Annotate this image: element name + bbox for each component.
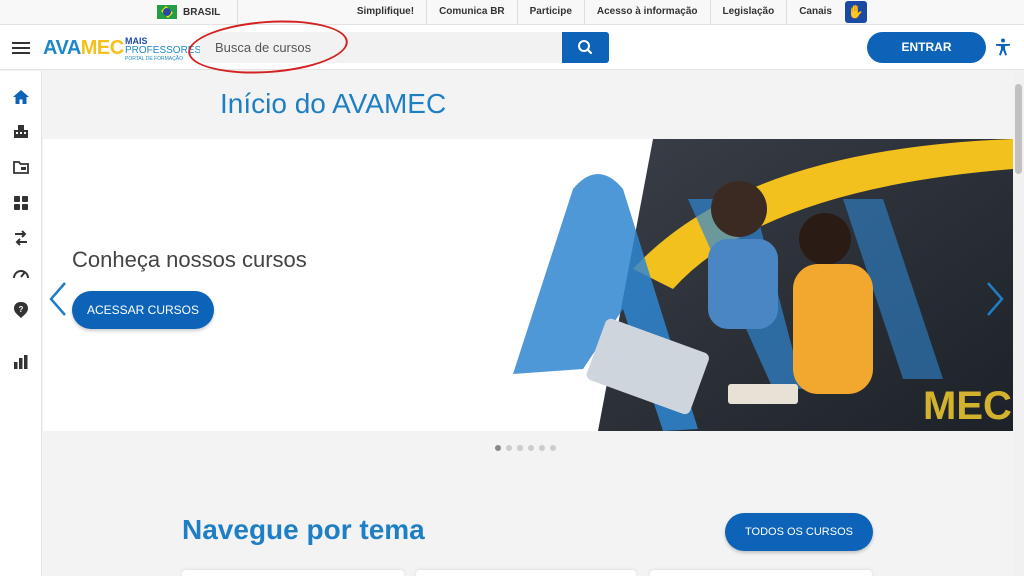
hero-image: MEC: [513, 139, 1013, 431]
carousel-dot[interactable]: [528, 445, 534, 451]
vlibras-hand-icon[interactable]: ✋: [845, 1, 867, 23]
theme-card[interactable]: [650, 570, 872, 576]
gov-brasil-link[interactable]: BRASIL: [157, 5, 220, 19]
all-courses-button[interactable]: TODOS OS CURSOS: [725, 513, 873, 551]
hamburger-menu-icon[interactable]: [12, 42, 30, 54]
accessibility-icon[interactable]: [993, 37, 1013, 57]
gov-bar: BRASIL Simplifique! Comunica BR Particip…: [0, 0, 1024, 25]
carousel-next-arrow-icon[interactable]: [985, 281, 1005, 317]
mais-professores-logo[interactable]: MAIS PROFESSORES PORTAL DE FORMAÇÃO: [125, 37, 201, 64]
svg-text:MEC: MEC: [923, 384, 1012, 428]
carousel-prev-arrow-icon[interactable]: [48, 281, 68, 317]
page-title: Início do AVAMEC: [220, 88, 447, 119]
banner-heading: Conheça nossos cursos: [72, 247, 307, 272]
carousel-dot[interactable]: [495, 445, 501, 451]
gov-link-acesso[interactable]: Acesso à informação: [583, 0, 710, 24]
folder-icon[interactable]: [11, 157, 31, 177]
gov-link-comunica[interactable]: Comunica BR: [426, 0, 517, 24]
gov-link-simplifique[interactable]: Simplifique!: [345, 0, 426, 24]
transfer-icon[interactable]: [11, 228, 31, 248]
sidebar: ?: [0, 71, 42, 576]
bar-chart-icon[interactable]: [11, 352, 31, 372]
hero-carousel: MEC Conheça nossos cursos ACESSAR CURSOS: [43, 139, 1013, 431]
theme-card[interactable]: [416, 570, 636, 576]
carousel-dot[interactable]: [550, 445, 556, 451]
help-icon[interactable]: ?: [11, 300, 31, 320]
access-courses-button[interactable]: ACESSAR CURSOS: [72, 291, 214, 329]
theme-card[interactable]: [182, 570, 404, 576]
search-field-wrapper: [200, 32, 562, 63]
gov-link-canais[interactable]: Canais: [786, 0, 844, 24]
scroll-thumb[interactable]: [1015, 84, 1022, 174]
home-icon[interactable]: [11, 87, 31, 107]
avamec-logo[interactable]: AVAMEC: [43, 37, 124, 60]
dashboard-icon[interactable]: [11, 193, 31, 213]
enter-button[interactable]: ENTRAR: [867, 32, 986, 63]
carousel-indicators: [495, 445, 556, 451]
carousel-dot[interactable]: [506, 445, 512, 451]
section-title-themes: Navegue por tema: [182, 514, 425, 545]
carousel-dot[interactable]: [539, 445, 545, 451]
gov-link-legislacao[interactable]: Legislação: [709, 0, 787, 24]
speedometer-icon[interactable]: [11, 264, 31, 284]
gov-brasil-label: BRASIL: [183, 6, 221, 18]
svg-text:?: ?: [19, 305, 24, 314]
gov-divider: [237, 0, 238, 24]
gov-link-participe[interactable]: Participe: [516, 0, 584, 24]
gov-links: Simplifique! Comunica BR Participe Acess…: [345, 0, 844, 24]
search-icon: [578, 40, 593, 55]
search-button[interactable]: [562, 32, 609, 63]
site-header: AVAMEC MAIS PROFESSORES PORTAL DE FORMAÇ…: [0, 25, 1024, 70]
carousel-dot[interactable]: [517, 445, 523, 451]
page-scrollbar[interactable]: [1013, 71, 1024, 576]
institution-icon[interactable]: [11, 121, 31, 141]
brazil-flag-icon: [157, 5, 177, 19]
search-input[interactable]: [200, 32, 562, 63]
